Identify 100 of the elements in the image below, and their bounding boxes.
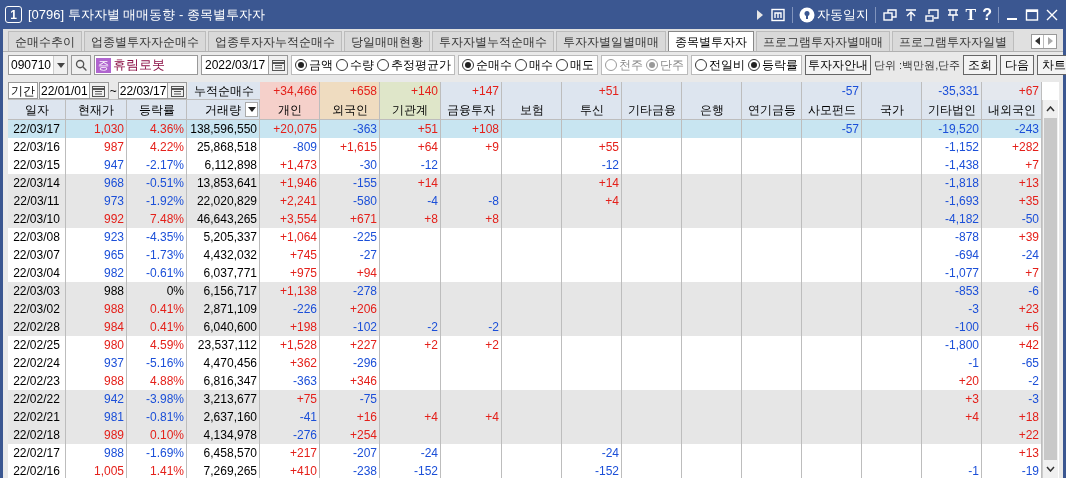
radio-option[interactable]: 추정평균가	[377, 56, 452, 74]
table-cell-text: -1	[968, 463, 979, 478]
table-cell-text: 22/02/22	[13, 391, 60, 408]
tab[interactable]: 순매수추이	[8, 31, 82, 51]
table-row[interactable]: 22/02/22 942 -3.98% 3,213,677 +75 -75 +3 -3	[8, 390, 1042, 408]
radio-option[interactable]: 금액	[295, 56, 334, 74]
table-cell-text: -102	[352, 319, 377, 336]
table-cell-text: +39	[1018, 229, 1039, 246]
tab-scroll-control[interactable]	[1031, 33, 1057, 49]
calendar-button[interactable]	[88, 83, 108, 98]
table-row[interactable]: 22/03/11 973 -1.92% 22,020,829 +2,241 -580 -4 -8 +4 -1,693 +35	[8, 192, 1042, 210]
table-cell-text: 6,112,898	[204, 157, 257, 174]
tab[interactable]: 업종투자자누적순매수	[208, 31, 342, 51]
table-cell-text: 22/03/17	[13, 121, 60, 138]
table-cell-text: 7.48%	[149, 211, 184, 228]
table-cell-text: -878	[954, 229, 979, 246]
left-arrow-icon[interactable]	[1034, 37, 1041, 45]
play-icon[interactable]	[755, 9, 764, 20]
tab[interactable]: 종목별투자자	[668, 31, 754, 51]
end-date-field[interactable]: 22/03/17	[117, 82, 188, 99]
tab[interactable]: 프로그램투자자일별	[892, 31, 1014, 51]
tab[interactable]: 투자자별누적순매수	[432, 31, 554, 51]
stock-name-field[interactable]: 증 휴림로봇	[94, 55, 198, 75]
action-button[interactable]: 다음	[1000, 55, 1035, 75]
pin-icon[interactable]	[945, 7, 960, 22]
summary-cell-text: -57	[841, 83, 859, 100]
radio-option[interactable]: 순매수	[462, 56, 513, 74]
table-cell-text: -1,693	[944, 193, 979, 210]
action-button[interactable]: 조회	[963, 55, 998, 75]
table-row[interactable]: 22/02/18 989 0.10% 4,134,978 -276 +254 +22	[8, 426, 1042, 444]
table-cell-text: 988	[103, 373, 124, 390]
radio-option[interactable]: 매수	[515, 56, 554, 74]
table-cell-text: +2	[424, 337, 438, 354]
table-row[interactable]: 22/02/21 981 -0.81% 2,637,160 -41 +16 +4 +4 +4 +18	[8, 408, 1042, 426]
table-cell-text: -24	[1021, 247, 1039, 264]
table-cell-text: 988	[103, 445, 124, 462]
text-tool[interactable]: T	[965, 2, 977, 27]
table-row[interactable]: 22/02/28 984 0.41% 6,040,600 +198 -102 -2 -2 -100 +6	[8, 318, 1042, 336]
memo-icon[interactable]	[769, 7, 786, 22]
table-cell-text: 22/03/16	[13, 139, 60, 156]
upload-icon[interactable]	[903, 7, 918, 22]
maximize-icon[interactable]	[1025, 7, 1039, 22]
table-cell-text: 22/02/17	[13, 445, 60, 462]
table-cell-text: -65	[1021, 355, 1039, 372]
table-cell-text: +16	[356, 409, 377, 426]
tab[interactable]: 업종별투자자순매수	[84, 31, 206, 51]
tab[interactable]: 당일매매현황	[344, 31, 430, 51]
column-header: 연기금등	[747, 101, 796, 119]
table-cell-text: 25,868,518	[196, 139, 257, 156]
period-label: 기간	[8, 82, 38, 99]
table-row[interactable]: 22/03/14 968 -0.51% 13,853,641 +1,946 -155 +14 +14 -1,818 +13	[8, 174, 1042, 192]
date-field[interactable]: 2022/03/17	[201, 55, 289, 75]
windows-icon[interactable]	[881, 7, 898, 22]
table-cell-text: +94	[356, 265, 377, 282]
action-button[interactable]: 차트	[1037, 55, 1066, 75]
table-cell-text: +20,075	[273, 121, 317, 138]
table-row[interactable]: 22/03/02 988 0.41% 2,871,109 -226 +206 -3 +23	[8, 300, 1042, 318]
radio-option[interactable]: 수량	[336, 56, 375, 74]
column-header: 기타금융	[627, 101, 676, 119]
caret-icon[interactable]	[245, 102, 258, 117]
table-row[interactable]: 22/03/17 1,030 4.36% 138,596,550 +20,075 -363 +51 +108 -57 -19,520 -243	[8, 120, 1042, 138]
table-row[interactable]: 22/03/03 988 0% 6,156,717 +1,138 -278 -853 -6	[8, 282, 1042, 300]
tab[interactable]: 프로그램투자자별매매	[756, 31, 890, 51]
table-cell-text: -12	[601, 157, 619, 174]
tab[interactable]: 투자자별일별매매	[556, 31, 666, 51]
table-cell-text: 923	[103, 229, 124, 246]
radio-option[interactable]: 등락률	[748, 56, 799, 74]
table-cell-text: +745	[289, 247, 317, 264]
table-cell-text: +8	[424, 211, 438, 228]
radio-option[interactable]: 전일비	[695, 56, 746, 74]
radio-option[interactable]: 매도	[556, 56, 595, 74]
close-icon[interactable]	[1045, 7, 1059, 22]
help-button[interactable]: ?	[982, 2, 992, 27]
table-cell-text: 5,205,337	[203, 229, 257, 246]
unit-label: 단위 :백만원,단주	[874, 57, 961, 73]
column-header: 거래량	[205, 101, 241, 119]
table-cell-text: -226	[292, 301, 317, 318]
table-cell-text: -12	[420, 157, 438, 174]
table-cell-text: 1,030	[93, 121, 124, 138]
table-cell-text: 6,040,600	[203, 319, 257, 336]
table-cell-text: 46,643,265	[196, 211, 257, 228]
investor-guide-button[interactable]: 투자자안내	[805, 55, 872, 75]
table-cell-text: 23,537,112	[197, 337, 257, 354]
table-cell-text: -363	[292, 373, 317, 390]
journal-button[interactable]: 자동일지	[798, 4, 869, 25]
scrollbar[interactable]	[1042, 100, 1058, 478]
calendar-button[interactable]	[268, 56, 288, 74]
table-cell-text: +75	[296, 391, 317, 408]
table-cell-text: -30	[359, 157, 377, 174]
caret-icon[interactable]	[56, 62, 65, 68]
search-icon[interactable]	[71, 55, 91, 75]
start-date-field[interactable]: 22/01/01	[39, 82, 109, 99]
table-cell-text: +1,615	[339, 139, 377, 156]
table-cell-text: +2	[485, 337, 499, 354]
stock-code-field[interactable]: 090710	[8, 55, 68, 75]
table-row[interactable]: 22/03/10 992 7.48% 46,643,265 +3,554 +671 +8 +8 -4,182 -50	[8, 210, 1042, 228]
calendar-button[interactable]	[167, 83, 187, 98]
table-cell-text: +55	[598, 139, 619, 156]
table-cell-text: -694	[954, 247, 979, 264]
table-cell-text: 22,020,829	[196, 193, 257, 210]
